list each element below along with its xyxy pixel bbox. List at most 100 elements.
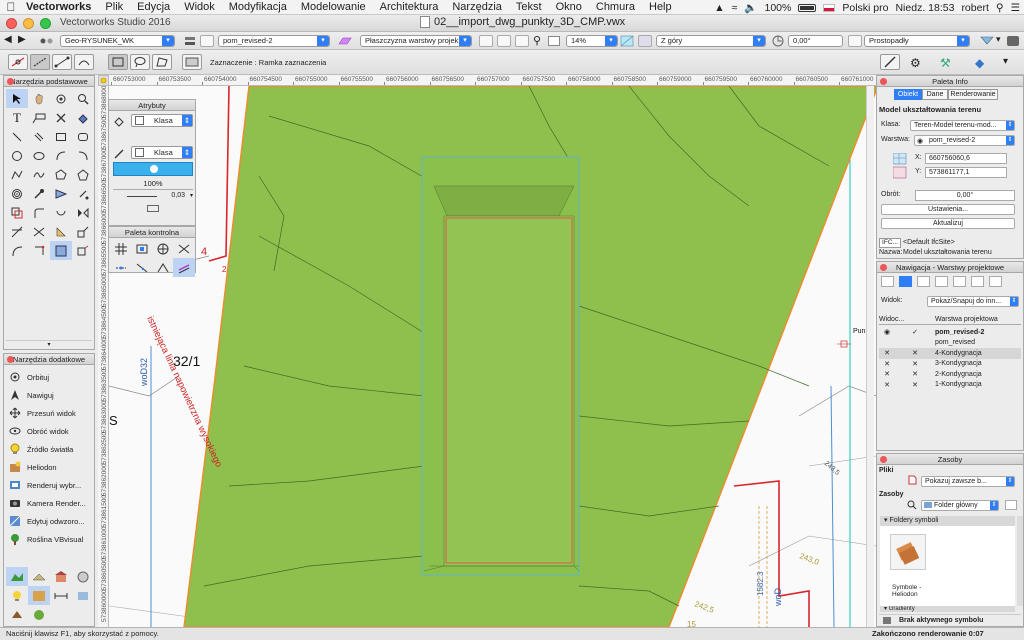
snap-surface-icon[interactable] [173,258,195,277]
toolset-visualization-icon[interactable] [28,586,50,605]
class-dropdown[interactable]: Geo-RYSUNEK_WK ▾ [60,35,175,47]
active-layer-mark[interactable]: ✕ [895,349,935,357]
toolset-landmark-icon[interactable] [28,567,50,586]
plane-dropdown[interactable]: Płaszczyzna warstwy projek... ▾ [360,35,472,47]
rounded-rect-icon[interactable] [72,127,94,146]
layer-row[interactable]: ✕ ✕ 3-Kondygnacja [879,359,1021,370]
freehand-tool-icon[interactable] [28,165,50,184]
selection-tool-icon[interactable] [6,89,28,108]
hidden-icon[interactable]: ✕ [879,370,895,378]
snap-angle-icon[interactable] [152,239,174,258]
list-icon[interactable]: ☰ [1011,2,1020,14]
double-line-icon[interactable] [28,127,50,146]
rectangle-marquee-icon[interactable] [108,54,128,70]
snap-object-icon[interactable] [131,239,153,258]
tool-light-source[interactable]: Źródło światła [4,440,94,458]
nav-tab-references-icon[interactable] [953,276,966,287]
settings-button[interactable]: Ustawienia... [881,204,1015,215]
menu-narzedzia[interactable]: Narzędzia [445,1,509,13]
resources-scrollbar[interactable] [1017,516,1023,606]
resize-tool-icon[interactable] [72,222,94,241]
nav-tab-files-icon[interactable] [989,276,1002,287]
vertical-scrollbar[interactable] [866,86,874,627]
layer-options-button[interactable] [200,35,214,47]
fit-view-icon[interactable] [548,36,560,46]
wifi-icon[interactable]: ≈ [732,2,738,14]
push-pull-icon[interactable] [72,241,94,260]
reshape-tool-icon[interactable] [28,241,50,260]
active-layer-mark[interactable]: ✕ [895,381,935,389]
flyover-icon[interactable] [497,35,511,47]
lighting-icon[interactable] [980,34,994,46]
active-layer-mark[interactable]: ✕ [895,360,935,368]
perspective-icon[interactable] [848,35,862,47]
layer-link-icon[interactable] [72,108,94,127]
symbol-folders-header[interactable]: ▾ Foldery symboli [880,516,1015,526]
nav-tab-layers-icon[interactable] [899,276,912,287]
snap-distance-icon[interactable] [110,258,132,277]
settings-gear-icon[interactable]: ⚙ [910,56,921,70]
rotate-mode-icon[interactable] [74,54,94,70]
line-style-row[interactable] [113,204,193,213]
tool-edit-mapping[interactable]: Edytuj odwzoro... [4,512,94,530]
layer-row[interactable]: ✕ ✕ 1-Kondygnacja [879,380,1021,391]
folder-select[interactable]: Folder główny ⇕ [921,500,999,511]
close-icon[interactable] [880,78,887,85]
opacity-value[interactable]: 100% [113,179,193,188]
menu-okno[interactable]: Okno [549,1,589,13]
gradients-header[interactable]: ▾ Gradienty [880,606,1015,612]
nav-view-select[interactable]: Pokaż/Snapuj do inn... ⇕ [927,296,1019,307]
user-name[interactable]: robert [961,2,988,14]
volume-icon[interactable]: 🔈 [744,1,757,14]
tool-plant-vbvisual[interactable]: Roślina VBvisual [4,530,94,548]
projection-icon[interactable] [638,35,652,47]
menu-plik[interactable]: Plik [98,1,130,13]
angle-field[interactable]: 0,00° [788,35,843,47]
class-icon[interactable] [40,36,54,46]
toolset-detail-icon[interactable] [72,586,94,605]
circle-tool-icon[interactable] [6,146,28,165]
chevron-down-icon[interactable]: ▾ [996,34,1001,45]
arc-tool-icon[interactable] [50,146,72,165]
quarter-arc-icon[interactable] [72,146,94,165]
zoom-icon[interactable]: ⚲ [533,34,541,47]
flyover-tool-icon[interactable] [50,89,72,108]
ifc-button[interactable]: IFC... [879,238,901,248]
menu-modyfikacja[interactable]: Modyfikacja [222,1,294,13]
search-icon[interactable] [907,500,917,510]
active-layer-mark[interactable]: ✓ [895,328,935,336]
polyline-tool-icon[interactable] [6,165,28,184]
notification-icon[interactable]: ▲ [714,2,724,14]
menu-modelowanie[interactable]: Modelowanie [294,1,373,13]
menu-widok[interactable]: Widok [177,1,222,13]
close-icon[interactable] [7,356,14,363]
transform-mode-icon[interactable] [52,54,72,70]
page-icon[interactable] [479,35,493,47]
update-button[interactable]: Aktualizuj [881,218,1015,229]
menu-edycja[interactable]: Edycja [130,1,177,13]
rotate-plan-icon[interactable] [772,35,784,47]
callout-tool-icon[interactable] [28,108,50,127]
zoom-tool-icon[interactable] [72,89,94,108]
fill-class-select[interactable]: Klasa ⇕ [131,114,193,127]
menu-help[interactable]: Help [642,1,679,13]
projection-dropdown[interactable]: Prostopadły ▾ [864,35,970,47]
polygon-tool-icon[interactable] [50,165,72,184]
toolset-furniture-icon[interactable] [72,567,94,586]
active-layer-mark[interactable]: ✕ [895,370,935,378]
col-layers[interactable]: Warstwa projektowa [935,316,998,323]
hidden-icon[interactable]: ✕ [879,381,895,389]
layer-row[interactable]: ✕ ✕ 4-Kondygnacja [879,348,1021,359]
snap-intersection-icon[interactable] [173,239,195,258]
close-window-button[interactable] [6,18,17,29]
layer-stack-icon[interactable] [184,35,196,47]
clip-tool-icon[interactable] [50,241,72,260]
layer-dropdown[interactable]: pom_revised-2 ▾ [218,35,330,47]
text-tool-icon[interactable]: T [6,108,28,127]
lasso-marquee-icon[interactable] [130,54,150,70]
files-select[interactable]: Pokazuj zawsze b... ⇕ [921,476,1015,487]
eyedropper-drop-icon[interactable] [72,184,94,203]
line-tool-icon[interactable] [6,127,28,146]
class-select[interactable]: Teren-Modeł terenu-mod... ⇕ [910,120,1015,131]
trim-tool-icon[interactable] [6,222,28,241]
